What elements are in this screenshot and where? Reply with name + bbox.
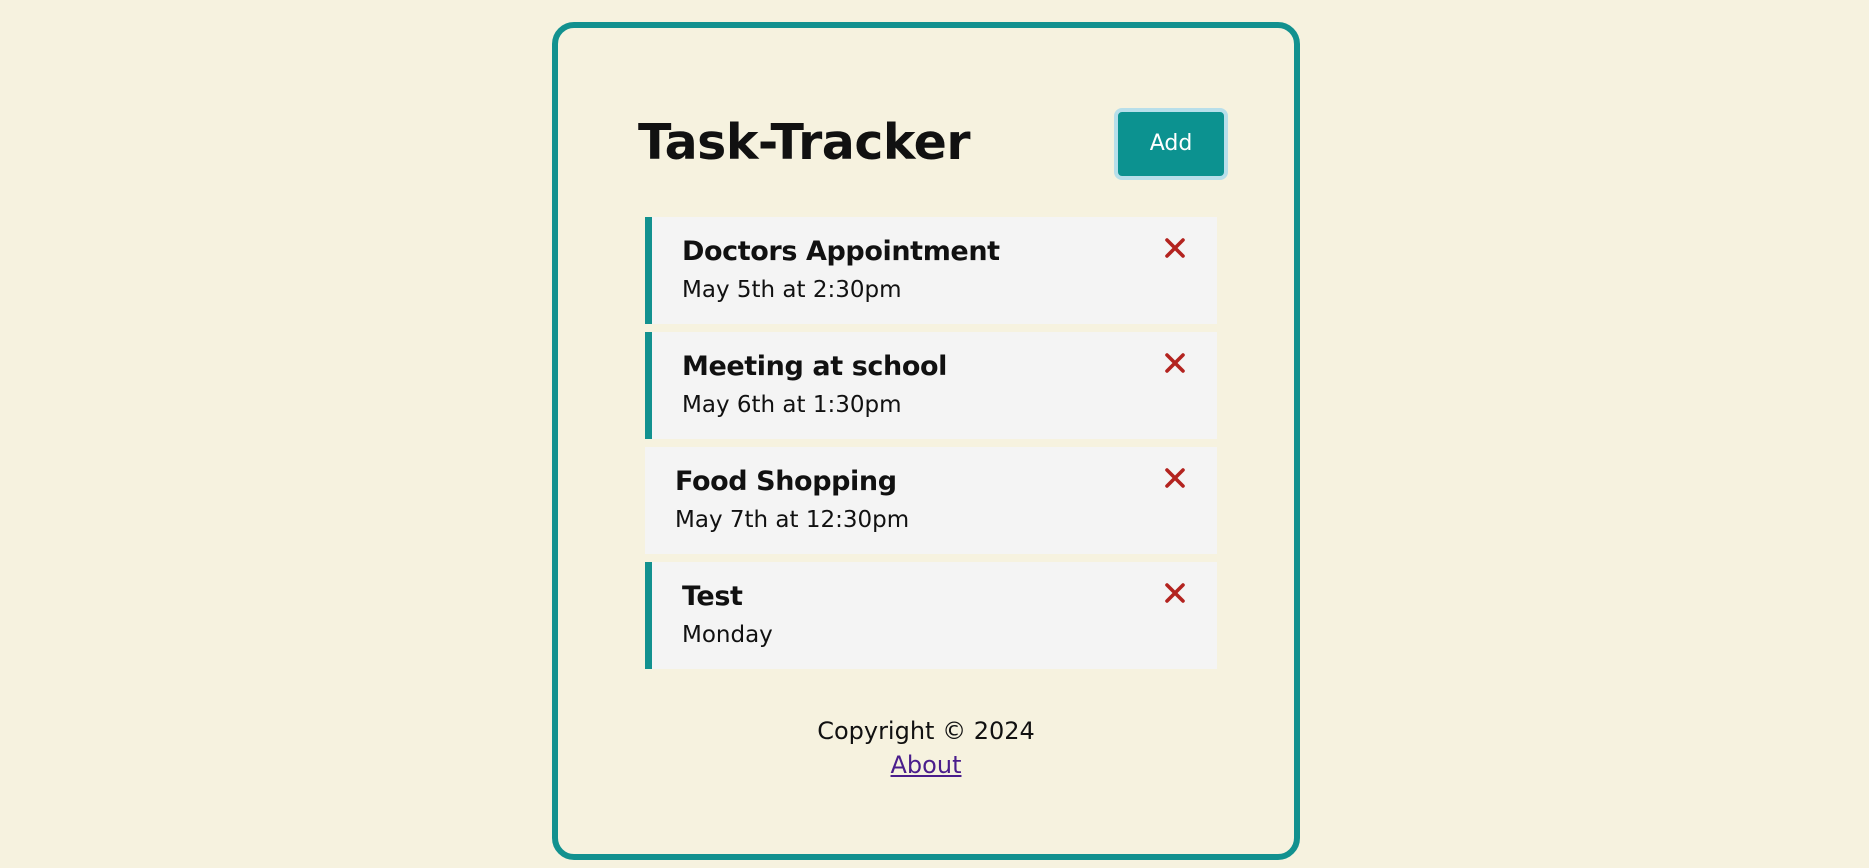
task-tracker-container: Task-Tracker Add Doctors Appointment May… [552,22,1300,860]
task-text-group: Doctors Appointment May 5th at 2:30pm [682,233,1000,309]
page-title: Task-Tracker [638,114,971,171]
task-list: Doctors Appointment May 5th at 2:30pm Me… [645,217,1217,677]
task-title: Meeting at school [682,351,947,382]
task-item[interactable]: Doctors Appointment May 5th at 2:30pm [645,217,1217,324]
task-title: Food Shopping [675,466,897,497]
task-title: Test [682,581,743,612]
add-button[interactable]: Add [1114,108,1228,180]
close-icon[interactable] [1163,236,1187,260]
close-icon[interactable] [1163,581,1187,605]
footer: Copyright © 2024 About [558,714,1294,782]
task-day: May 5th at 2:30pm [682,277,902,303]
task-text-group: Food Shopping May 7th at 12:30pm [675,463,909,539]
close-icon[interactable] [1163,351,1187,375]
task-day: May 7th at 12:30pm [675,507,910,533]
task-day: Monday [682,622,773,648]
task-day: May 6th at 1:30pm [682,392,902,418]
copyright-text: Copyright © 2024 [817,717,1035,745]
close-icon[interactable] [1163,466,1187,490]
header: Task-Tracker Add [638,108,1228,184]
task-text-group: Test Monday [682,578,773,654]
task-text-group: Meeting at school May 6th at 1:30pm [682,348,947,424]
task-item[interactable]: Food Shopping May 7th at 12:30pm [645,447,1217,554]
about-link[interactable]: About [891,751,962,779]
task-item[interactable]: Meeting at school May 6th at 1:30pm [645,332,1217,439]
task-title: Doctors Appointment [682,236,1000,267]
task-item[interactable]: Test Monday [645,562,1217,669]
